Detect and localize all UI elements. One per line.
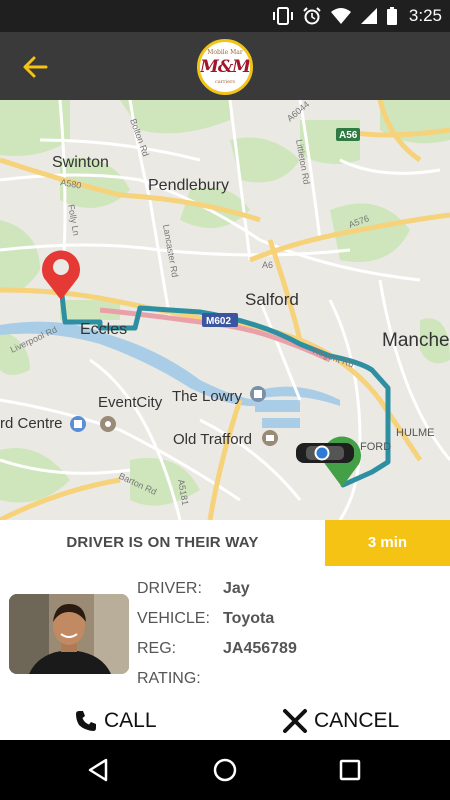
phone-icon	[76, 711, 96, 731]
nav-home-icon[interactable]	[210, 755, 240, 785]
map-label-manchester: Manche	[382, 330, 450, 351]
map-label-pendlebury: Pendlebury	[148, 177, 229, 194]
car-icon	[296, 443, 354, 463]
cancel-label: CANCEL	[314, 709, 400, 732]
eta-badge: 3 min	[325, 520, 450, 566]
map-label-lowry: The Lowry	[172, 388, 243, 405]
wifi-icon	[330, 8, 351, 24]
system-nav-bar	[0, 740, 450, 800]
trip-status-bar: DRIVER IS ON THEIR WAY 3 min	[0, 520, 450, 566]
cancel-button[interactable]: CANCEL	[282, 700, 399, 742]
reg-label: REG:	[137, 640, 177, 657]
app-logo: Mobile Mar M&M carriers	[197, 39, 253, 95]
alarm-icon	[303, 7, 321, 25]
route-map[interactable]: Swinton Pendlebury Salford Eccles Manche…	[0, 100, 450, 520]
call-button[interactable]: CALL	[74, 700, 157, 742]
map-label-eventcity: EventCity	[98, 394, 163, 411]
driver-info-panel: DRIVER: Jay VEHICLE: Toyota REG: JA45678…	[0, 566, 450, 700]
driver-photo	[9, 594, 129, 674]
battery-icon	[386, 7, 397, 25]
app-bar: Mobile Mar M&M carriers	[0, 32, 450, 100]
logo-main-text: M&M	[200, 57, 250, 77]
map-label-ford: FORD	[360, 441, 391, 453]
nav-back-icon[interactable]	[84, 755, 114, 785]
signal-icon	[360, 8, 377, 24]
trip-status-text: DRIVER IS ON THEIR WAY	[66, 534, 259, 551]
poi-icon-lowry	[250, 386, 266, 402]
status-bar: 3:25	[0, 0, 450, 32]
rating-label: RATING:	[137, 670, 201, 687]
driver-name: Jay	[223, 580, 250, 597]
vehicle-label: VEHICLE:	[137, 610, 210, 627]
nav-recents-icon[interactable]	[335, 755, 365, 785]
logo-top-text: Mobile Mar	[207, 49, 243, 56]
vehicle-value: Toyota	[223, 610, 275, 627]
call-label: CALL	[104, 709, 157, 732]
clock: 3:25	[408, 6, 442, 25]
poi-icon-eventcity	[70, 416, 86, 432]
logo-bottom-text: carriers	[214, 79, 236, 85]
poi-icon-trafford	[100, 416, 116, 432]
road-label-a56: A56	[339, 130, 358, 141]
road-label-a6: A6	[262, 260, 273, 270]
map-label-eccles: Eccles	[80, 321, 127, 338]
reg-value: JA456789	[223, 640, 297, 657]
road-label-m602: M602	[206, 316, 231, 327]
map-label-salford: Salford	[245, 290, 299, 309]
vibrate-icon	[272, 7, 293, 25]
close-icon	[283, 709, 307, 733]
map-label-hulme: HULME	[396, 427, 435, 439]
map-label-old-trafford: Old Trafford	[173, 431, 252, 448]
trip-actions: CALL CANCEL	[0, 700, 450, 742]
arrow-left-icon[interactable]	[20, 52, 50, 82]
map-label-swinton: Swinton	[52, 154, 109, 171]
driver-label: DRIVER:	[137, 580, 202, 597]
poi-icon-old-trafford	[262, 430, 278, 446]
map-label-trafford-centre: rd Centre	[0, 415, 63, 432]
